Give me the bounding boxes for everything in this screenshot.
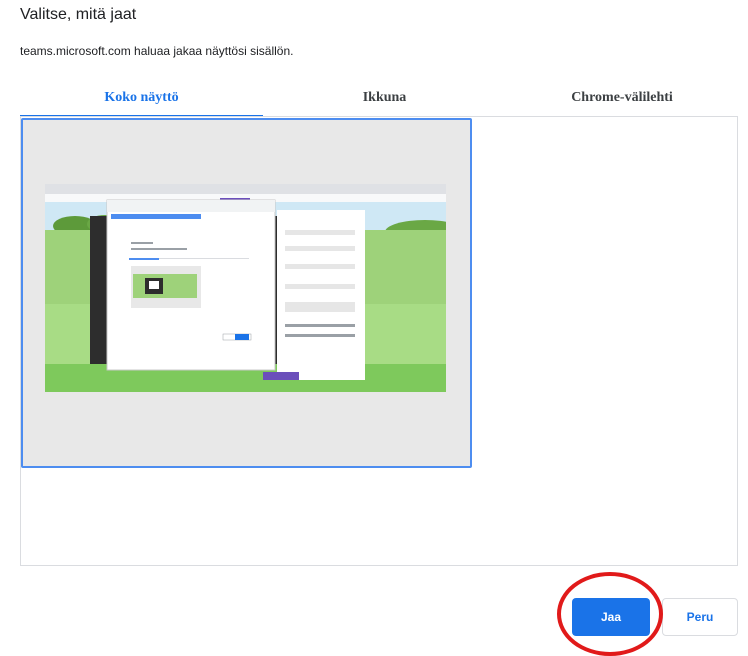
source-tabs: Koko näyttö Ikkuna Chrome-välilehti (20, 80, 738, 117)
screen-preview-icon (45, 184, 446, 392)
dialog-title: Valitse, mitä jaat (20, 6, 137, 23)
dialog-subtitle: teams.microsoft.com haluaa jakaa näyttös… (20, 44, 294, 58)
source-list-panel (20, 116, 738, 566)
tab-entire-screen[interactable]: Koko näyttö (20, 80, 263, 116)
screen-preview-image (45, 184, 446, 392)
screen-thumbnail[interactable] (21, 118, 472, 468)
share-button[interactable]: Jaa (572, 598, 650, 636)
cancel-button[interactable]: Peru (662, 598, 738, 636)
tab-window[interactable]: Ikkuna (263, 80, 506, 116)
tab-chrome-tab[interactable]: Chrome-välilehti (506, 80, 738, 116)
